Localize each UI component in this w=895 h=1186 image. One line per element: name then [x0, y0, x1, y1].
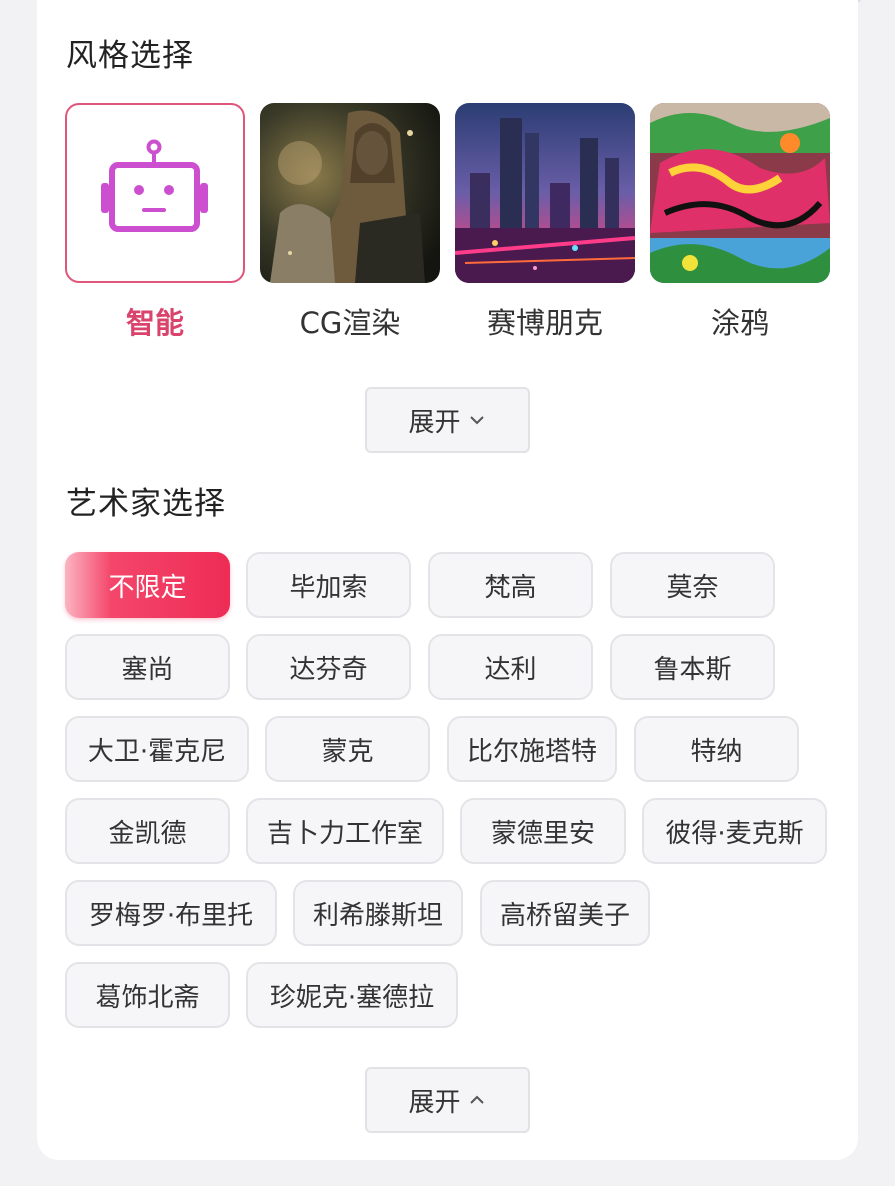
style-option-cyberpunk[interactable]: 赛博朋克 — [455, 103, 635, 340]
robot-icon — [101, 139, 208, 232]
artist-chip[interactable]: 罗梅罗·布里托 — [65, 880, 277, 946]
style-expand-button[interactable]: 展开 — [365, 387, 530, 453]
style-label-cg: CG渲染 — [299, 306, 401, 340]
artist-collapse-button[interactable]: 展开 — [365, 1067, 530, 1133]
chevron-down-icon — [469, 416, 484, 425]
artist-chip[interactable]: 蒙克 — [265, 716, 430, 782]
expand-label: 展开 — [408, 407, 461, 438]
artist-chip-unlimited[interactable]: 不限定 — [65, 552, 230, 618]
artist-chip[interactable]: 葛饰北斋 — [65, 962, 230, 1028]
style-label-graffiti: 涂鸦 — [710, 306, 769, 340]
artist-chip[interactable]: 利希滕斯坦 — [293, 880, 463, 946]
chevron-up-icon — [469, 1095, 484, 1104]
artist-chip[interactable]: 比尔施塔特 — [447, 716, 617, 782]
artist-chip[interactable]: 毕加索 — [246, 552, 411, 618]
artist-chip[interactable]: 高桥留美子 — [480, 880, 650, 946]
artist-chip[interactable]: 梵高 — [428, 552, 593, 618]
style-option-cg[interactable]: CG渲染 — [260, 103, 440, 340]
artist-chip[interactable]: 吉卜力工作室 — [246, 798, 444, 864]
cg-render-thumbnail[interactable] — [260, 103, 440, 283]
artist-chip[interactable]: 蒙德里安 — [460, 798, 626, 864]
style-label-smart: 智能 — [125, 306, 184, 340]
style-thumb-smart[interactable] — [65, 103, 245, 283]
style-label-cyberpunk: 赛博朋克 — [486, 306, 603, 340]
artist-chip[interactable]: 珍妮克·塞德拉 — [246, 962, 458, 1028]
style-option-smart[interactable]: 智能 — [65, 103, 245, 340]
artist-chip[interactable]: 达芬奇 — [246, 634, 411, 700]
artist-chip[interactable]: 莫奈 — [610, 552, 775, 618]
style-section-title: 风格选择 — [66, 38, 194, 74]
graffiti-thumbnail[interactable] — [650, 103, 830, 283]
artist-chip[interactable]: 鲁本斯 — [610, 634, 775, 700]
artist-chip[interactable]: 彼得·麦克斯 — [642, 798, 827, 864]
collapse-label: 展开 — [408, 1087, 461, 1118]
artist-chip[interactable]: 达利 — [428, 634, 593, 700]
artist-chip[interactable]: 大卫·霍克尼 — [65, 716, 249, 782]
artist-chip[interactable]: 金凯德 — [65, 798, 230, 864]
artist-chip[interactable]: 特纳 — [634, 716, 799, 782]
artist-section-title: 艺术家选择 — [66, 486, 226, 522]
artist-chip[interactable]: 塞尚 — [65, 634, 230, 700]
cyberpunk-city-thumbnail[interactable] — [455, 103, 635, 283]
style-option-graffiti[interactable]: 涂鸦 — [650, 103, 830, 340]
